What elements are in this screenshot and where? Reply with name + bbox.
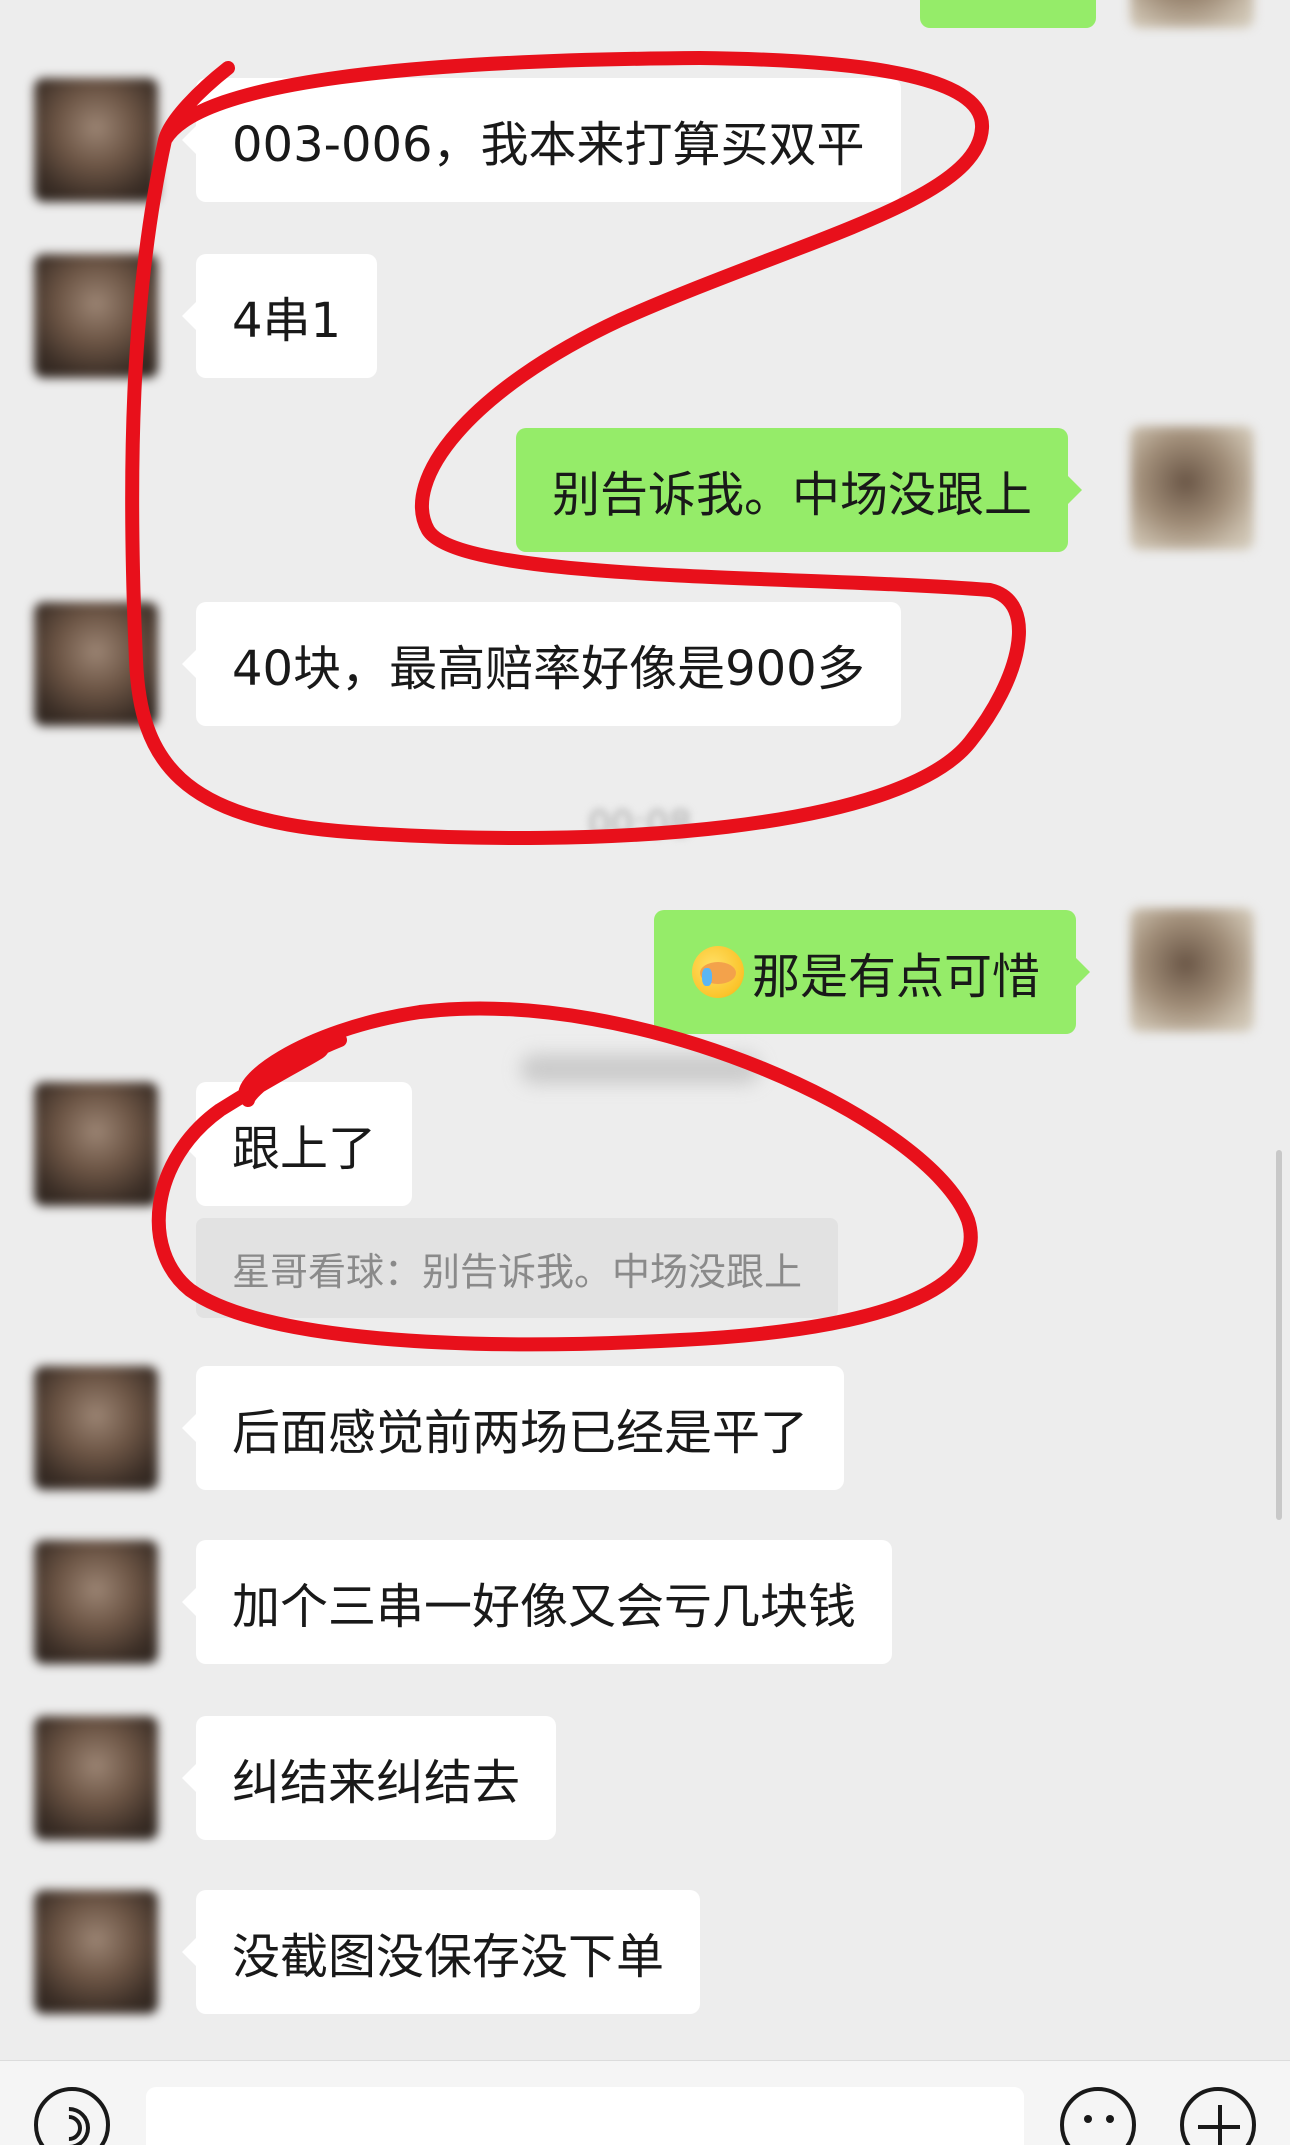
quoted-message[interactable]: 星哥看球：别告诉我。中场没跟上: [196, 1218, 839, 1318]
avatar-contact[interactable]: [34, 1716, 158, 1840]
message-input[interactable]: [146, 2087, 1024, 2145]
obscured-name: [520, 1054, 760, 1084]
message-text: 后面感觉前两场已经是平了: [232, 1405, 809, 1461]
message-text: 那是有点可惜: [752, 949, 1041, 1005]
scrollbar[interactable]: [1276, 1150, 1282, 1520]
top-outgoing-bubble-fragment: [920, 0, 1096, 28]
message-bubble[interactable]: 4串1: [181, 254, 378, 378]
voice-icon[interactable]: [34, 2087, 110, 2145]
avatar-contact[interactable]: [34, 1366, 158, 1490]
message-text: 4串1: [232, 293, 342, 349]
message-bubble[interactable]: 别告诉我。中场没跟上: [516, 428, 1083, 552]
face-with-tears-emoji: [692, 946, 744, 998]
plus-icon[interactable]: [1180, 2087, 1256, 2145]
message-bubble[interactable]: 没截图没保存没下单: [181, 1890, 701, 2014]
avatar-self[interactable]: [1130, 908, 1254, 1032]
emoji-icon[interactable]: [1060, 2087, 1136, 2145]
message-bubble[interactable]: 加个三串一好像又会亏几块钱: [181, 1540, 893, 1664]
avatar-contact[interactable]: [34, 1890, 158, 2014]
message-bubble[interactable]: 纠结来纠结去: [181, 1716, 557, 1840]
avatar-contact[interactable]: [34, 78, 158, 202]
message-text: 纠结来纠结去: [232, 1755, 521, 1811]
message-text: 003-006，我本来打算买双平: [232, 117, 865, 173]
avatar-contact[interactable]: [34, 1082, 158, 1206]
message-bubble[interactable]: 后面感觉前两场已经是平了: [181, 1366, 845, 1490]
chat-area[interactable]: 003-006，我本来打算买双平 4串1 别告诉我。中场没跟上 40块，最高赔率…: [0, 0, 1290, 2060]
avatar-self-partial[interactable]: [1130, 0, 1254, 28]
avatar-contact[interactable]: [34, 254, 158, 378]
message-text: 跟上了: [232, 1121, 377, 1177]
input-bar: [0, 2060, 1290, 2145]
message-text: 别告诉我。中场没跟上: [552, 467, 1033, 523]
avatar-contact[interactable]: [34, 1540, 158, 1664]
message-bubble[interactable]: 那是有点可惜: [654, 910, 1091, 1034]
avatar-contact[interactable]: [34, 602, 158, 726]
message-bubble[interactable]: 跟上了: [181, 1082, 413, 1206]
avatar-self[interactable]: [1130, 426, 1254, 550]
timestamp: 00:08: [588, 804, 692, 845]
message-text: 没截图没保存没下单: [232, 1929, 665, 1985]
message-bubble[interactable]: 003-006，我本来打算买双平: [182, 78, 901, 202]
message-text: 加个三串一好像又会亏几块钱: [232, 1579, 857, 1635]
quoted-text: 星哥看球：别告诉我。中场没跟上: [232, 1249, 803, 1294]
message-bubble[interactable]: 40块，最高赔率好像是900多: [182, 602, 901, 726]
message-text: 40块，最高赔率好像是900多: [232, 641, 865, 697]
